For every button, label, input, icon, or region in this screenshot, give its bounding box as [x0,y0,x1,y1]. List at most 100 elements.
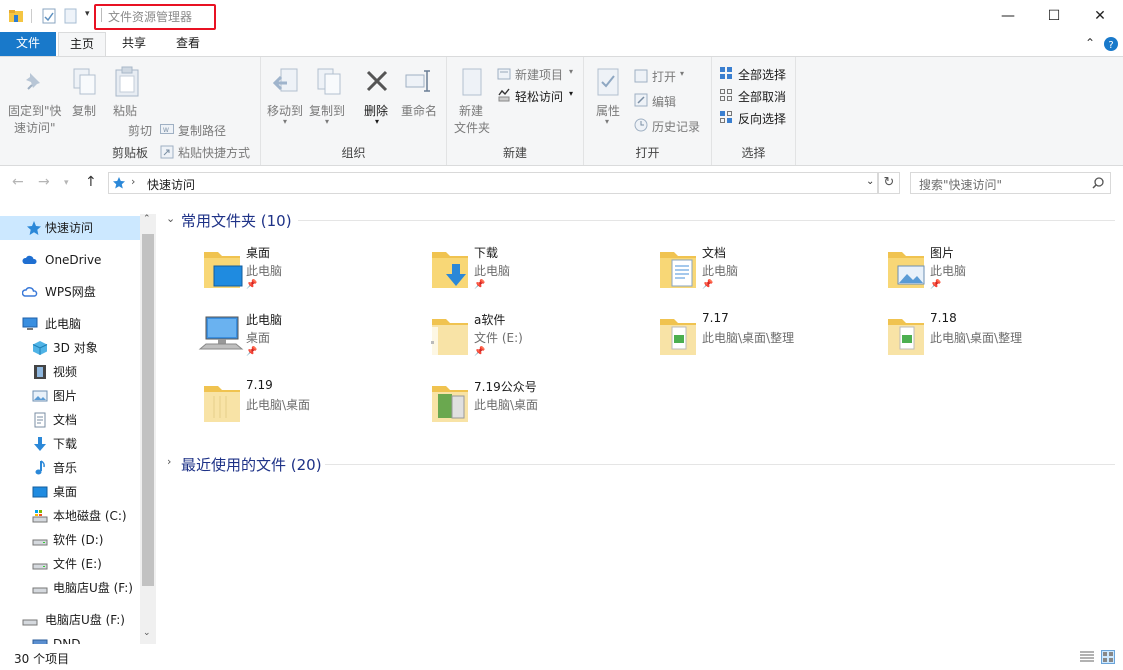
sidebar-item-quick-access[interactable]: 快速访问 [0,216,140,240]
sidebar-item-pictures[interactable]: 图片 [0,384,140,408]
sidebar-item-onedrive[interactable]: OneDrive [0,248,140,272]
scroll-up-icon[interactable]: ⌃ [143,214,151,224]
new-item-icon[interactable] [497,67,511,81]
up-icon[interactable]: ↑ [85,174,97,190]
maximize-button[interactable]: ☐ [1031,0,1077,32]
delete-icon[interactable] [365,69,389,93]
copy-icon[interactable] [72,67,98,97]
folder-tile-downloads[interactable]: 下载 此电脑 📌 [426,244,654,310]
folder-tile-7-17[interactable]: 7.17 此电脑\桌面\整理 [654,311,882,377]
copy-path-label[interactable]: 复制路径 [178,122,226,139]
recent-locations-icon[interactable]: ▾ [64,178,69,188]
pin-icon[interactable]: 📌 [702,280,713,290]
folder-tile-documents[interactable]: 文档 此电脑 📌 [654,244,882,310]
properties-icon[interactable] [41,8,57,24]
rename-icon[interactable] [405,69,433,93]
invert-selection-label[interactable]: 反向选择 [738,110,786,127]
chevron-down-icon[interactable]: ▾ [605,117,609,126]
details-view-icon[interactable] [1080,651,1094,663]
breadcrumb[interactable]: 快速访问 [147,176,195,193]
folder-tile-desktop[interactable]: 桌面 此电脑 📌 [198,244,426,310]
address-dropdown-icon[interactable]: ⌄ [866,176,874,187]
collapse-chevron-icon[interactable]: ⌄ [166,212,175,225]
folder-tile-7-19[interactable]: 7.19 此电脑\桌面 [198,378,426,444]
sidebar-item-drive-e[interactable]: 文件 (E:) [0,552,140,576]
chevron-down-icon[interactable]: ▾ [283,117,287,126]
pin-icon[interactable]: 📌 [246,280,257,290]
sidebar-item-drive-d[interactable]: 软件 (D:) [0,528,140,552]
refresh-icon[interactable]: ↻ [878,172,900,194]
new-item-label[interactable]: 新建项目 [515,66,563,83]
sidebar-item-drive-c[interactable]: 本地磁盘 (C:) [0,504,140,528]
tab-home[interactable]: 主页 [58,32,106,57]
select-none-icon[interactable] [719,88,733,102]
select-all-label[interactable]: 全部选择 [738,66,786,83]
sidebar-item-documents[interactable]: 文档 [0,408,140,432]
sidebar-item-drive-f[interactable]: 电脑店U盘 (F:) [0,576,140,600]
easy-access-label[interactable]: 轻松访问 [515,88,563,105]
pin-label-1[interactable]: 固定到"快 [8,102,62,119]
history-icon[interactable] [634,118,648,132]
breadcrumb-separator-icon[interactable]: › [131,175,135,188]
sidebar-item-videos[interactable]: 视频 [0,360,140,384]
edit-label[interactable]: 编辑 [652,93,676,110]
select-all-icon[interactable] [719,66,733,80]
open-label[interactable]: 打开 [652,68,676,85]
address-bar[interactable]: › 快速访问 ⌄ [108,172,878,194]
folder-tile-a-software[interactable]: a软件 文件 (E:) 📌 [426,311,654,377]
copy-label[interactable]: 复制 [72,102,96,119]
sidebar-item-downloads[interactable]: 下载 [0,432,140,456]
tab-file[interactable]: 文件 [0,32,56,56]
minimize-button[interactable]: — [985,0,1031,32]
folder-tile-7-18[interactable]: 7.18 此电脑\桌面\整理 [882,311,1110,377]
cut-label[interactable]: 剪切 [128,122,152,139]
copy-path-icon[interactable]: W [160,124,174,134]
tab-share[interactable]: 共享 [110,32,158,56]
sidebar-item-3d-objects[interactable]: 3D 对象 [0,336,140,360]
paste-label[interactable]: 粘贴 [113,102,137,119]
new-folder-icon[interactable] [461,67,483,97]
scroll-down-icon[interactable]: ⌄ [143,628,151,638]
move-to-icon[interactable] [273,67,301,97]
select-none-label[interactable]: 全部取消 [738,88,786,105]
pin-icon[interactable]: 📌 [930,280,941,290]
new-folder-icon[interactable] [63,8,79,24]
pin-icon[interactable]: 📌 [246,347,257,357]
large-icons-view-icon[interactable] [1101,650,1115,664]
folder-tile-this-pc[interactable]: 此电脑 桌面 📌 [198,311,426,377]
sidebar-item-music[interactable]: 音乐 [0,456,140,480]
sidebar-item-usb-drive[interactable]: 电脑店U盘 (F:) [0,608,140,632]
invert-selection-icon[interactable] [719,110,733,124]
easy-access-icon[interactable] [497,88,511,102]
chevron-down-icon[interactable]: ▾ [569,89,573,98]
pin-icon[interactable]: 📌 [474,280,485,290]
forward-icon[interactable]: → [38,174,50,190]
sidebar-item-wps[interactable]: WPS网盘 [0,280,140,304]
chevron-down-icon[interactable]: ▾ [680,69,684,78]
close-button[interactable]: ✕ [1077,0,1123,32]
pin-icon[interactable]: 📌 [474,347,485,357]
folder-tile-pictures[interactable]: 图片 此电脑 📌 [882,244,1110,310]
paste-icon[interactable] [114,66,140,98]
sidebar-item-desktop[interactable]: 桌面 [0,480,140,504]
section-recent-files[interactable]: 最近使用的文件 (20) [181,454,322,475]
folder-tile-7-19-official-account[interactable]: 7.19公众号 此电脑\桌面 [426,378,654,444]
new-folder-label-2[interactable]: 文件夹 [454,119,490,136]
search-icon[interactable] [1092,177,1104,189]
chevron-down-icon[interactable]: ▾ [569,67,573,76]
sidebar-scrollbar[interactable]: ⌃ ⌄ [140,214,156,644]
tab-view[interactable]: 查看 [164,32,212,56]
copy-to-icon[interactable] [315,67,343,97]
expand-chevron-icon[interactable]: › [167,455,171,468]
rename-label[interactable]: 重命名 [401,102,437,119]
help-icon[interactable]: ? [1104,37,1118,51]
properties-icon[interactable] [596,67,620,97]
section-frequent-folders[interactable]: 常用文件夹 (10) [181,210,292,231]
history-label[interactable]: 历史记录 [652,118,700,135]
chevron-down-icon[interactable]: ▾ [325,117,329,126]
customize-quick-access-icon[interactable]: ▾ [85,9,90,19]
chevron-up-icon[interactable]: ⌃ [1085,36,1095,50]
open-icon[interactable] [634,69,648,83]
pin-label-2[interactable]: 速访问" [14,119,56,136]
pin-icon[interactable] [22,69,48,95]
